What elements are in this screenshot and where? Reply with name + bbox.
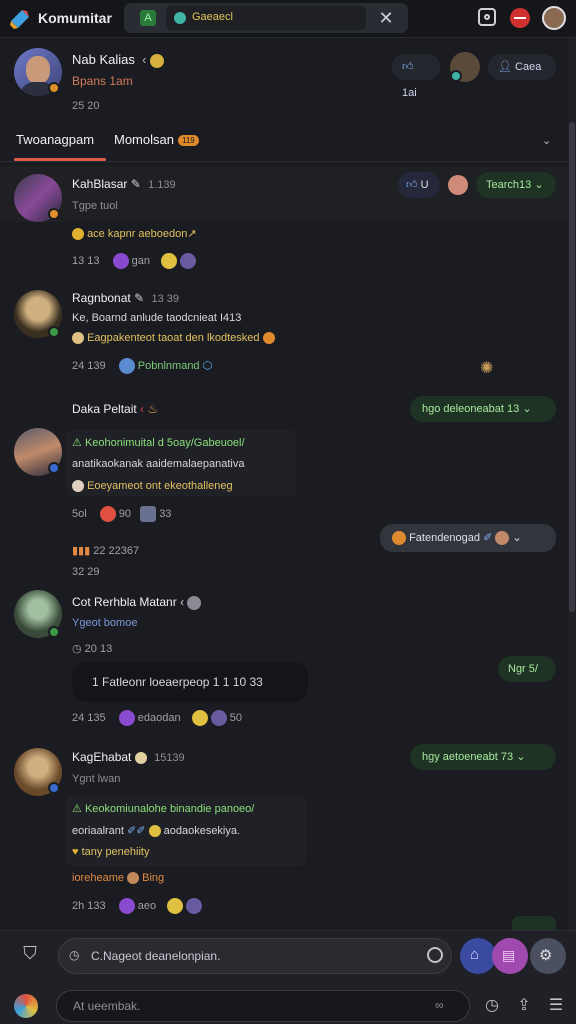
reaction-icon[interactable] xyxy=(118,710,135,726)
comment-meta: 5ol 90 33 xyxy=(72,506,171,522)
comment-author: KahBlasar ✎ 1.139 xyxy=(72,177,176,191)
profile-name: Nab Kalias ‹ xyxy=(72,52,165,68)
comment-text: Eagpakenteot taoat den lkodtesked xyxy=(72,332,275,345)
tab-badge: A xyxy=(140,10,156,26)
infinity-icon[interactable]: ∞ xyxy=(435,998,444,1012)
scrollbar-thumb[interactable] xyxy=(569,122,575,612)
tab-secondary[interactable]: Momolsan 119 xyxy=(114,132,199,147)
sticker-icon[interactable] xyxy=(180,253,197,269)
comment-meta: 24 139 Pobnlnmand ⬡ xyxy=(72,358,212,374)
tab-strip[interactable]: A Gaeaecl ✕ xyxy=(124,3,408,33)
avatar-badge xyxy=(48,326,60,338)
mini-avatar[interactable] xyxy=(448,175,468,195)
action-pill-partial[interactable] xyxy=(512,916,556,930)
comment-text: ⚠ Keokomiunalohe binandie panoeo/ xyxy=(72,803,255,815)
comment-text: ace kapnr aeboedon↗ xyxy=(72,227,197,241)
comment-author: Daka Peltait ‹ ♨ xyxy=(72,402,159,416)
comment-input[interactable]: ◷ C.Nageot deanelonpian. xyxy=(58,938,452,974)
shield-icon[interactable] xyxy=(140,506,157,522)
share-icon[interactable]: ⇪ xyxy=(514,996,534,1016)
laugh-icon[interactable] xyxy=(191,710,208,726)
comment-meta: 24 135 edaodan 50 xyxy=(72,710,242,726)
menu-icon[interactable]: ☰ xyxy=(546,996,566,1016)
app-title: Komumitar xyxy=(38,10,112,26)
action-pill[interactable]: hgo deleoneabat 13 ⌄ xyxy=(410,396,556,422)
profile-subtitle: Bpans 1am xyxy=(72,74,133,88)
comment-author: KagEhabat 15139 xyxy=(72,750,185,764)
record-icon[interactable] xyxy=(510,8,530,28)
avatar-badge xyxy=(48,462,60,474)
comment-text: Eoeyameot ont ekeothalleneg xyxy=(72,480,233,493)
tab-label: Gaeaecl xyxy=(192,11,233,23)
browser-icon[interactable] xyxy=(14,994,38,1018)
smile-icon xyxy=(150,53,165,68)
comment-author: Ragnbonat ✎ 13 39 xyxy=(72,291,179,305)
comment-text: ioreheame Bing xyxy=(72,872,165,885)
sticker-icon[interactable] xyxy=(210,710,227,726)
user-chip[interactable]: 👤︎ Caea xyxy=(488,54,556,80)
comment-subtitle: Ygeot bomoe xyxy=(72,617,138,629)
divider xyxy=(0,161,568,162)
like-chip[interactable]: 👍︎ 1ai xyxy=(392,54,440,99)
user-avatar[interactable] xyxy=(542,6,566,30)
love-icon[interactable] xyxy=(99,506,116,522)
tab-count-badge: 119 xyxy=(177,135,199,147)
profile-status-badge xyxy=(48,82,60,94)
chevron-down-icon[interactable]: ⌄ xyxy=(542,134,551,147)
tab-primary[interactable]: Twoanagpam xyxy=(16,132,94,147)
folder-button[interactable]: ▤ xyxy=(492,938,528,974)
comment-subtitle: Tgpe tuol xyxy=(72,200,118,212)
reaction-icon[interactable] xyxy=(118,898,135,914)
like-button[interactable]: 👍︎ U xyxy=(398,172,440,198)
reaction-pill[interactable]: Fatendenogad ✐ ⌄ xyxy=(380,524,556,552)
comment-subtitle: Ke, Boarnd anlude taodcnieat I413 xyxy=(72,312,242,324)
profile-stat: 25 20 xyxy=(72,100,100,112)
comment-text: ♥ tany penehiity xyxy=(72,846,150,858)
header-avatar-badge xyxy=(450,70,462,82)
browser-tab[interactable]: Gaeaecl xyxy=(166,6,488,30)
window-icon[interactable] xyxy=(478,8,496,26)
comment-subtitle: Ygnt lwan xyxy=(72,773,121,785)
sticker-icon: ✺ xyxy=(480,360,494,377)
action-pill[interactable]: Tearch13 ⌄ xyxy=(476,172,556,198)
close-icon[interactable]: ✕ xyxy=(374,6,398,30)
comment-meta: ▮▮▮ 22 22367 xyxy=(72,545,140,557)
shield-icon[interactable]: ⛉ xyxy=(18,943,42,967)
laugh-icon[interactable] xyxy=(167,898,184,914)
scrollbar[interactable] xyxy=(568,38,576,930)
comment-stat: 32 29 xyxy=(72,566,100,578)
top-bar: Komumitar A Gaeaecl ✕ xyxy=(0,0,576,38)
thumbs-up-icon: 👍︎ xyxy=(402,61,414,73)
user-icon: 👤︎ xyxy=(498,61,512,73)
link-icon[interactable] xyxy=(118,358,135,374)
comment-text: ⚠ Keohonimuital d 5oay/Gabeuoel/ xyxy=(72,437,245,449)
comment-author: Cot Rerhbla Matanr ‹ xyxy=(72,595,202,610)
tab-favicon-icon xyxy=(174,12,186,24)
comment-text: eoriaalrant ✐✐ aodaokesekiya. xyxy=(72,825,241,838)
comment-text: anatikaokanak aaidemalaepanativa xyxy=(72,458,245,470)
record-icon[interactable] xyxy=(427,947,443,963)
message-bubble: 1 Fatleonr loeaerpeop 1 1 10 33 xyxy=(72,662,308,702)
avatar-badge xyxy=(48,782,60,794)
home-button[interactable]: ⌂ xyxy=(460,938,496,974)
comment-link[interactable]: Pobnlnmand xyxy=(138,360,200,372)
sticker-icon[interactable] xyxy=(186,898,203,914)
tag-pill[interactable]: Ngr 5/ xyxy=(498,656,556,682)
secondary-input[interactable]: At ueembak. ∞ xyxy=(56,990,470,1022)
reaction-icon[interactable] xyxy=(112,253,129,269)
app-logo-icon xyxy=(8,7,32,31)
comment-meta: 13 13 gan xyxy=(72,253,197,269)
clock-icon: ◷ xyxy=(69,948,80,962)
clock-icon[interactable]: ◷ xyxy=(482,996,502,1016)
avatar-badge xyxy=(48,626,60,638)
action-pill[interactable]: hgy aetoeneabt 73 ⌄ xyxy=(410,744,556,770)
avatar-badge xyxy=(48,208,60,220)
comment-meta: ◷ 20 13 xyxy=(72,643,113,655)
comment-meta: 2h 133 aeo xyxy=(72,898,203,914)
laugh-icon[interactable] xyxy=(161,253,178,269)
settings-button[interactable]: ⚙ xyxy=(530,938,566,974)
